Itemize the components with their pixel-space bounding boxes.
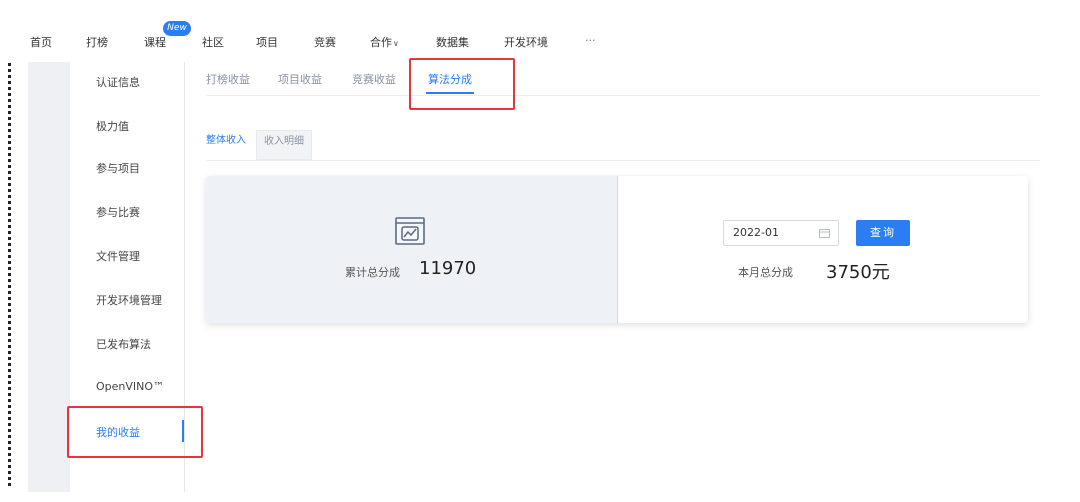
page-edge-border [8, 16, 11, 486]
nav-dataset[interactable]: 数据集 [436, 34, 469, 50]
income-summary-card: 累计总分成 11970 2022-01 查询 本月总分成 3750元 [206, 176, 1028, 323]
month-share-value: 3750元 [826, 262, 890, 283]
earnings-tabs: 打榜收益 项目收益 竞赛收益 算法分成 [206, 66, 1040, 96]
card-divider [617, 176, 618, 323]
subtab-income-details[interactable]: 收入明细 [256, 130, 312, 160]
query-button[interactable]: 查询 [856, 220, 910, 246]
nav-home[interactable]: 首页 [30, 34, 52, 50]
sidebar-item-openvino[interactable]: OpenVINO™ [96, 380, 164, 393]
tab-project-earnings[interactable]: 项目收益 [278, 71, 322, 87]
total-share-panel [206, 176, 617, 323]
month-share-label: 本月总分成 [738, 266, 793, 279]
nav-cooperate[interactable]: 合作∨ [370, 34, 399, 50]
tab-rank-earnings[interactable]: 打榜收益 [206, 71, 250, 87]
nav-rank[interactable]: 打榜 [86, 34, 108, 50]
sidebar-item-files[interactable]: 文件管理 [96, 248, 140, 264]
sidebar-item-certification[interactable]: 认证信息 [96, 74, 140, 90]
tab-algorithm-share[interactable]: 算法分成 [428, 71, 472, 87]
subtab-divider [206, 160, 1040, 161]
nav-project[interactable]: 项目 [256, 34, 278, 50]
nav-cooperate-label: 合作 [370, 36, 392, 49]
total-share-label: 累计总分成 [345, 266, 400, 279]
total-share-value: 11970 [419, 258, 477, 279]
sidebar-item-competitions[interactable]: 参与比赛 [96, 204, 140, 220]
sidebar-item-earnings[interactable]: 我的收益 [96, 424, 140, 440]
nav-course[interactable]: 课程 [144, 34, 166, 50]
chevron-down-icon: ∨ [393, 39, 399, 48]
nav-devenv[interactable]: 开发环境 [504, 34, 548, 50]
sidebar-item-algorithms[interactable]: 已发布算法 [96, 336, 151, 352]
nav-competition[interactable]: 竞赛 [314, 34, 336, 50]
new-badge: New [163, 21, 191, 36]
calendar-icon [819, 229, 830, 238]
top-nav: 首页 打榜 课程 New 社区 项目 竞赛 合作∨ 数据集 开发环境 ··· [0, 0, 1080, 62]
tab-active-underline [426, 92, 474, 94]
sidebar-active-indicator [182, 420, 184, 442]
sidebar: 认证信息 极力值 参与项目 参与比赛 文件管理 开发环境管理 已发布算法 Ope… [70, 62, 185, 492]
sidebar-item-power[interactable]: 极力值 [96, 118, 129, 134]
nav-community[interactable]: 社区 [202, 34, 224, 50]
left-gutter [28, 62, 70, 492]
sidebar-item-projects[interactable]: 参与项目 [96, 160, 140, 176]
sidebar-item-devenv[interactable]: 开发环境管理 [96, 292, 162, 308]
month-date-picker[interactable]: 2022-01 [723, 220, 839, 246]
nav-more[interactable]: ··· [585, 34, 596, 47]
tab-competition-earnings[interactable]: 竞赛收益 [352, 71, 396, 87]
chart-icon [395, 217, 425, 245]
subtab-overall-income[interactable]: 整体收入 [206, 130, 256, 160]
date-value: 2022-01 [733, 226, 779, 239]
